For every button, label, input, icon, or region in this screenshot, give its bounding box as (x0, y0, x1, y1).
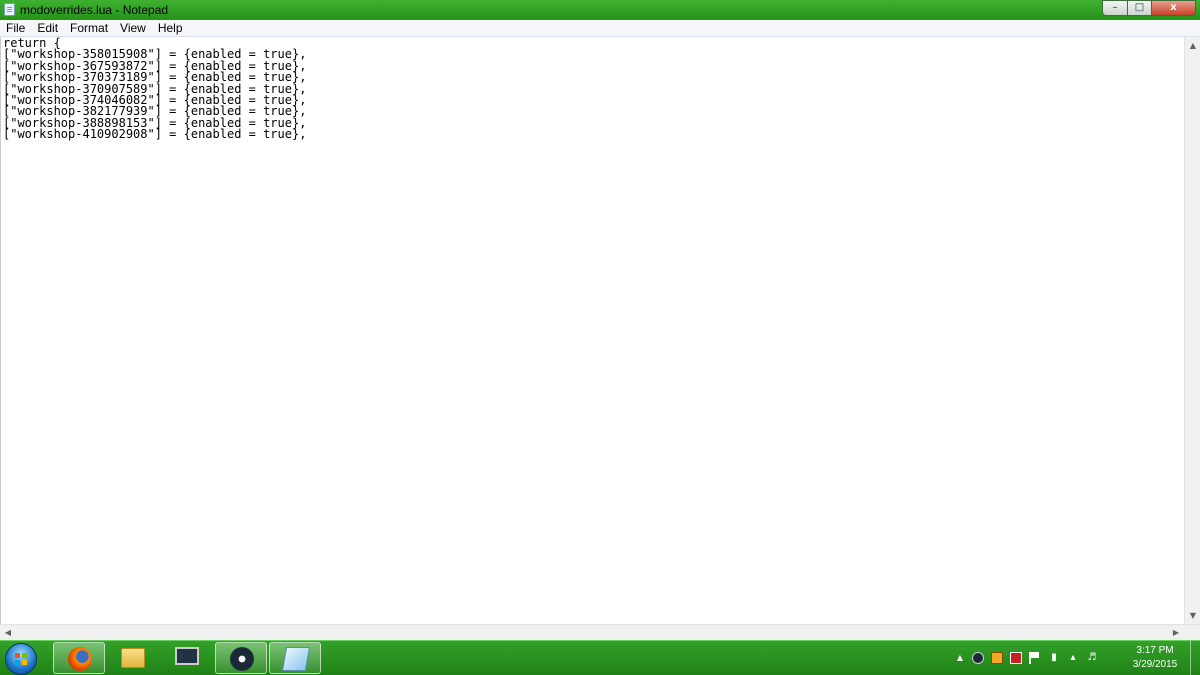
menu-help[interactable]: Help (152, 20, 189, 36)
horizontal-scrollbar[interactable]: ◀ ▶ (0, 624, 1200, 641)
clock-date: 3/29/2015 (1132, 659, 1178, 670)
editor-content[interactable]: return {["workshop-358015908"] = {enable… (1, 37, 1184, 142)
scrollbar-corner (1184, 625, 1200, 641)
system-tray: ▲ ▮ ▴ ♬ (955, 641, 1105, 675)
menu-bar: File Edit Format View Help (0, 20, 1200, 37)
system-clock[interactable]: 3:17 PM 3/29/2015 (1125, 644, 1185, 672)
maximize-button[interactable]: □ (1128, 0, 1152, 16)
scroll-down-arrow-icon[interactable]: ▼ (1185, 607, 1200, 624)
show-hidden-icons-button[interactable]: ▲ (955, 652, 965, 664)
scroll-up-arrow-icon[interactable]: ▲ (1185, 37, 1200, 54)
close-button[interactable]: x (1152, 0, 1196, 16)
scroll-right-arrow-icon[interactable]: ▶ (1168, 624, 1184, 641)
taskbar-computer[interactable] (161, 642, 213, 674)
antivirus-tray-icon[interactable] (1010, 652, 1022, 664)
volume-icon[interactable]: ♬ (1086, 652, 1098, 664)
window-title: modoverrides.lua - Notepad (20, 3, 169, 17)
firefox-icon (68, 647, 92, 671)
menu-edit[interactable]: Edit (31, 20, 64, 36)
steam-tray-icon[interactable] (972, 652, 984, 664)
clock-time: 3:17 PM (1136, 645, 1174, 656)
steam-icon (230, 647, 254, 671)
editor-line: ["workshop-410902908"] = {enabled = true… (3, 127, 307, 142)
scroll-left-arrow-icon[interactable]: ◀ (0, 624, 16, 641)
taskbar-firefox[interactable] (53, 642, 105, 674)
menu-format[interactable]: Format (64, 20, 114, 36)
taskbar-explorer[interactable] (107, 642, 159, 674)
taskbar-steam[interactable] (215, 642, 267, 674)
notepad-icon (281, 647, 311, 671)
window-controls: – □ x (1102, 0, 1196, 17)
network-signal-icon[interactable]: ▴ (1067, 652, 1079, 664)
menu-view[interactable]: View (114, 20, 152, 36)
notepad-icon (4, 3, 15, 16)
start-button[interactable] (5, 643, 37, 675)
title-bar[interactable]: modoverrides.lua - Notepad – □ x (0, 0, 1200, 20)
folder-icon (121, 648, 145, 668)
windows-logo-icon (15, 653, 27, 665)
taskbar: ▲ ▮ ▴ ♬ 3:17 PM 3/29/2015 (0, 640, 1200, 675)
usb-device-icon[interactable]: ▮ (1048, 652, 1060, 664)
monitor-icon (175, 647, 199, 665)
taskbar-notepad[interactable] (269, 642, 321, 674)
vertical-scrollbar[interactable]: ▲ ▼ (1184, 37, 1200, 624)
menu-file[interactable]: File (0, 20, 31, 36)
minimize-button[interactable]: – (1102, 0, 1128, 16)
show-desktop-button[interactable] (1190, 641, 1200, 675)
action-center-flag-icon[interactable] (1029, 652, 1041, 664)
app-tray-icon[interactable] (991, 652, 1003, 664)
text-editor[interactable]: return {["workshop-358015908"] = {enable… (0, 37, 1184, 624)
